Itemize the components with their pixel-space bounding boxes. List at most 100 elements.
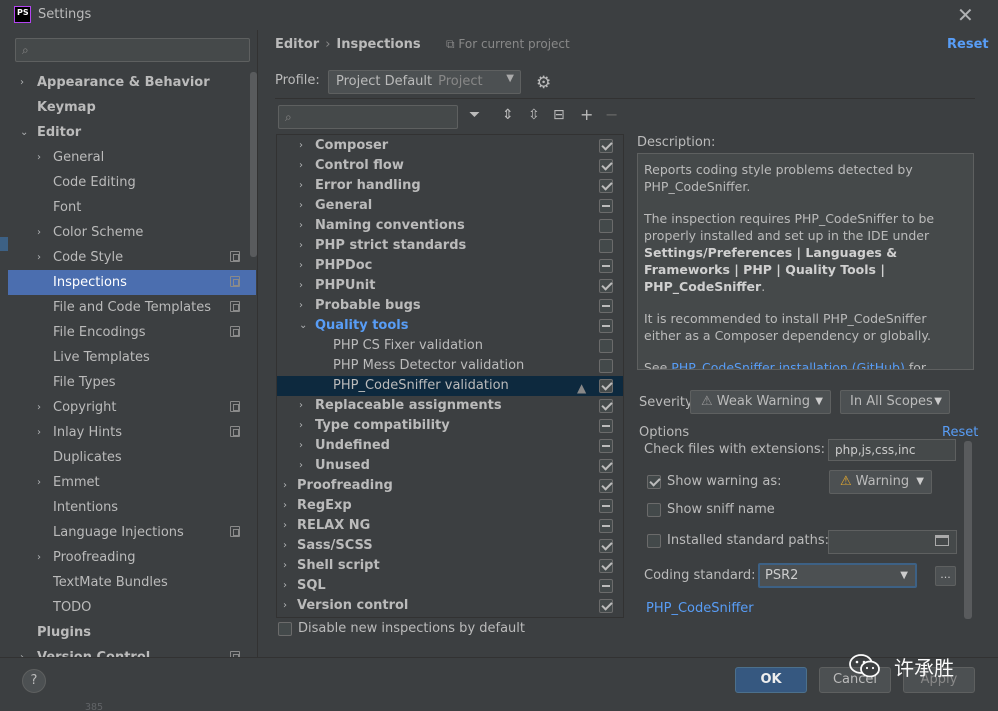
chevron-right-icon[interactable]: › <box>299 236 303 256</box>
coding-standard-select[interactable]: PSR2 ▼ <box>758 563 917 588</box>
inspection-checkbox[interactable] <box>599 179 613 193</box>
chevron-right-icon[interactable]: › <box>299 276 303 296</box>
chevron-right-icon[interactable]: › <box>37 470 41 495</box>
inspection-checkbox[interactable] <box>599 499 613 513</box>
inspection-row-general[interactable]: › General <box>277 196 623 216</box>
add-icon[interactable]: + <box>580 105 593 124</box>
inspection-row-type-compatibility[interactable]: › Type compatibility <box>277 416 623 436</box>
help-button[interactable]: ? <box>22 669 46 693</box>
sidebar-item-code-style[interactable]: › Code Style <box>8 245 256 270</box>
inspection-checkbox[interactable] <box>599 359 613 373</box>
chevron-right-icon[interactable]: › <box>299 456 303 476</box>
chevron-right-icon[interactable]: › <box>283 496 287 516</box>
sidebar-item-copyright[interactable]: › Copyright <box>8 395 256 420</box>
chevron-right-icon[interactable]: › <box>299 216 303 236</box>
sidebar-item-file-types[interactable]: File Types <box>8 370 256 395</box>
sidebar-item-plugins[interactable]: Plugins <box>8 620 256 645</box>
inspection-search[interactable]: ⌕ <box>278 105 458 129</box>
inspection-row-probable-bugs[interactable]: › Probable bugs <box>277 296 623 316</box>
inspection-checkbox[interactable] <box>599 259 613 273</box>
sidebar-item-intentions[interactable]: Intentions <box>8 495 256 520</box>
inspection-checkbox[interactable] <box>599 519 613 533</box>
sidebar-item-textmate-bundles[interactable]: TextMate Bundles <box>8 570 256 595</box>
inspection-row-relax-ng[interactable]: › RELAX NG <box>277 516 623 536</box>
folder-icon[interactable] <box>935 535 949 546</box>
ok-button[interactable]: OK <box>735 667 807 693</box>
inspection-row-php-codesniffer-validation[interactable]: PHP_CodeSniffer validation ▲ <box>277 376 623 396</box>
inspection-checkbox[interactable] <box>599 239 613 253</box>
inspection-checkbox[interactable] <box>599 299 613 313</box>
sidebar-item-todo[interactable]: TODO <box>8 595 256 620</box>
options-scrollbar[interactable] <box>964 441 972 619</box>
sidebar-item-duplicates[interactable]: Duplicates <box>8 445 256 470</box>
sidebar-scrollbar[interactable] <box>250 72 257 257</box>
sidebar-item-general[interactable]: › General <box>8 145 256 170</box>
sidebar-item-file-encodings[interactable]: File Encodings <box>8 320 256 345</box>
options-reset-link[interactable]: Reset <box>942 425 978 440</box>
chevron-right-icon[interactable]: › <box>37 395 41 420</box>
chevron-right-icon[interactable]: › <box>299 396 303 416</box>
chevron-right-icon[interactable]: › <box>37 145 41 170</box>
installed-paths-input[interactable] <box>828 530 957 554</box>
inspection-checkbox[interactable] <box>599 579 613 593</box>
sidebar-item-font[interactable]: Font <box>8 195 256 220</box>
inspection-row-php-strict-standards[interactable]: › PHP strict standards <box>277 236 623 256</box>
filter-icon[interactable]: ⏷ <box>469 107 480 123</box>
chevron-right-icon[interactable]: › <box>283 576 287 596</box>
inspection-checkbox[interactable] <box>599 419 613 433</box>
chevron-right-icon[interactable]: › <box>37 245 41 270</box>
chevron-right-icon[interactable]: › <box>299 176 303 196</box>
inspection-row-error-handling[interactable]: › Error handling <box>277 176 623 196</box>
chevron-right-icon[interactable]: › <box>37 220 41 245</box>
show-sniff-checkbox[interactable] <box>647 503 661 517</box>
expand-all-icon[interactable]: ⇕ <box>502 107 514 123</box>
more-button[interactable]: ... <box>935 566 956 586</box>
inspection-row-quality-tools[interactable]: ⌄ Quality tools <box>277 316 623 336</box>
scope-select[interactable]: In All Scopes ▼ <box>840 390 950 414</box>
inspection-checkbox[interactable] <box>599 379 613 393</box>
inspection-checkbox[interactable] <box>599 399 613 413</box>
chevron-down-icon[interactable]: ⌄ <box>299 316 307 336</box>
breadcrumb-editor[interactable]: Editor <box>275 37 319 52</box>
chevron-right-icon[interactable]: › <box>283 556 287 576</box>
inspection-row-sass-scss[interactable]: › Sass/SCSS <box>277 536 623 556</box>
inspection-row-regexp[interactable]: › RegExp <box>277 496 623 516</box>
inspection-checkbox[interactable] <box>599 459 613 473</box>
chevron-right-icon[interactable]: › <box>299 416 303 436</box>
chevron-right-icon[interactable]: › <box>299 296 303 316</box>
chevron-right-icon[interactable]: › <box>299 136 303 156</box>
sidebar-item-live-templates[interactable]: Live Templates <box>8 345 256 370</box>
remove-icon[interactable]: − <box>605 105 618 124</box>
gear-icon[interactable]: ⚙ <box>536 73 551 93</box>
inspection-row-naming-conventions[interactable]: › Naming conventions <box>277 216 623 236</box>
inspection-row-sql[interactable]: › SQL <box>277 576 623 596</box>
inspection-row-phpunit[interactable]: › PHPUnit <box>277 276 623 296</box>
sidebar-item-color-scheme[interactable]: › Color Scheme <box>8 220 256 245</box>
inspection-checkbox[interactable] <box>599 319 613 333</box>
inspection-checkbox[interactable] <box>599 159 613 173</box>
chevron-right-icon[interactable]: › <box>299 196 303 216</box>
inspection-checkbox[interactable] <box>599 559 613 573</box>
sidebar-item-file-and-code-templates[interactable]: File and Code Templates <box>8 295 256 320</box>
inspection-checkbox[interactable] <box>599 439 613 453</box>
sidebar-item-code-editing[interactable]: Code Editing <box>8 170 256 195</box>
inspection-row-shell-script[interactable]: › Shell script <box>277 556 623 576</box>
extensions-input[interactable]: php,js,css,inc <box>828 439 956 461</box>
chevron-right-icon[interactable]: › <box>20 70 24 95</box>
sidebar-item-editor[interactable]: ⌄ Editor <box>8 120 256 145</box>
chevron-right-icon[interactable]: › <box>283 516 287 536</box>
inspection-checkbox[interactable] <box>599 339 613 353</box>
chevron-right-icon[interactable]: › <box>37 545 41 570</box>
inspection-checkbox[interactable] <box>599 199 613 213</box>
sidebar-item-emmet[interactable]: › Emmet <box>8 470 256 495</box>
reset-link[interactable]: Reset <box>947 37 989 52</box>
chevron-down-icon[interactable]: ⌄ <box>20 120 28 145</box>
installation-link[interactable]: PHP_CodeSniffer installation (GitHub) <box>671 360 905 369</box>
chevron-right-icon[interactable]: › <box>299 156 303 176</box>
inspection-row-proofreading[interactable]: › Proofreading <box>277 476 623 496</box>
sidebar-item-appearance-behavior[interactable]: › Appearance & Behavior <box>8 70 256 95</box>
chevron-right-icon[interactable]: › <box>283 476 287 496</box>
inspection-checkbox[interactable] <box>599 219 613 233</box>
sidebar-item-keymap[interactable]: Keymap <box>8 95 256 120</box>
inspection-row-unused[interactable]: › Unused <box>277 456 623 476</box>
